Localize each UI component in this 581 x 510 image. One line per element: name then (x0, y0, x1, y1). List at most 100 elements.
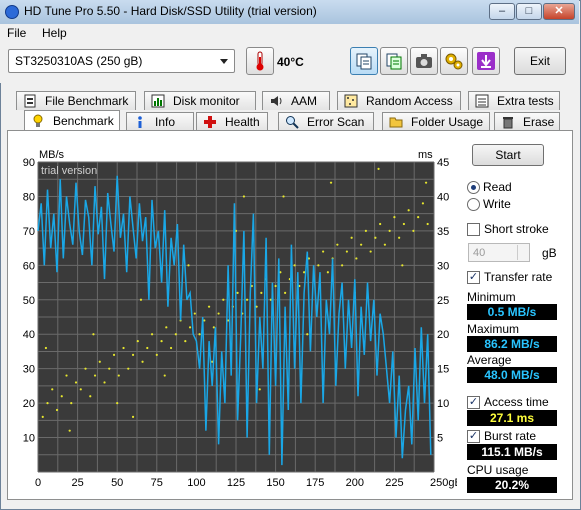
short-stroke-checkbox[interactable] (467, 223, 480, 236)
tab-erase[interactable]: Erase (494, 112, 560, 131)
maximum-value: 86.2 MB/s (467, 336, 557, 352)
access-time-point (74, 381, 78, 384)
camera-icon (416, 54, 432, 68)
access-time-point (284, 291, 287, 294)
access-time-point (174, 333, 177, 336)
short-stroke-spinner[interactable]: 40 (468, 243, 530, 262)
spinner-arrows-icon (517, 245, 527, 260)
tab-aam[interactable]: AAM (262, 91, 330, 110)
tab-file-benchmark[interactable]: File Benchmark (16, 91, 136, 110)
extra-tests-icon (475, 94, 489, 108)
access-time-point (360, 243, 363, 246)
x-tick-label: 75 (151, 477, 163, 489)
copy-document-icon (356, 53, 372, 70)
tab-extra-tests[interactable]: Extra tests (468, 91, 560, 110)
read-radio[interactable] (467, 181, 480, 194)
access-time-point (407, 209, 410, 212)
burst-rate-checkbox[interactable]: ✓ (467, 430, 480, 443)
access-time-point (355, 257, 358, 260)
access-time-point (131, 415, 135, 418)
window-title: HD Tune Pro 5.50 - Hard Disk/SSD Utility… (24, 4, 317, 18)
access-time-point (116, 402, 119, 405)
lightbulb-icon (33, 114, 43, 127)
y-tick-label-left: 30 (23, 364, 35, 376)
minimum-value: 0.5 MB/s (467, 304, 557, 320)
health-cross-icon (204, 116, 216, 128)
tab-benchmark[interactable]: Benchmark (24, 110, 120, 131)
access-time-point (141, 360, 144, 363)
tab-random-access[interactable]: Random Access (337, 91, 461, 110)
access-time-point (341, 264, 344, 267)
x-tick-label: 25 (71, 477, 83, 489)
y-tick-label-left: 90 (23, 157, 35, 169)
access-time-point (388, 229, 391, 232)
access-time-point (188, 326, 192, 329)
access-time-point (421, 202, 425, 205)
drive-select-value: ST3250310AS (250 gB) (15, 54, 143, 68)
save-button[interactable] (472, 47, 500, 75)
read-label: Read (483, 180, 512, 194)
temperature-button[interactable] (246, 47, 274, 75)
access-time-point (398, 236, 401, 239)
exit-button[interactable]: Exit (514, 47, 566, 75)
access-time-point (303, 271, 306, 274)
access-time-point (282, 195, 285, 198)
start-button[interactable]: Start (472, 144, 544, 166)
menu-file[interactable]: File (7, 26, 26, 40)
x-tick-label: 175 (306, 477, 324, 489)
access-time-point (424, 181, 428, 184)
access-time-point (51, 388, 54, 391)
minimize-button[interactable]: – (489, 3, 515, 20)
access-time-point (426, 222, 429, 226)
access-time-point (155, 353, 158, 356)
y-tick-label-right: 30 (437, 260, 449, 272)
access-time-point (79, 388, 82, 391)
access-time-point (92, 333, 95, 336)
access-time-checkbox[interactable]: ✓ (467, 396, 480, 409)
tab-info[interactable]: Info (126, 112, 194, 131)
access-time-point (122, 346, 125, 350)
screenshot-button[interactable] (410, 47, 438, 75)
copy-text-button[interactable] (350, 47, 378, 75)
random-access-icon (344, 94, 358, 108)
access-time-point (98, 360, 101, 363)
access-time-point (417, 216, 420, 219)
drive-select[interactable]: ST3250310AS (250 gB) (8, 49, 235, 73)
x-tick-label: 150 (266, 477, 284, 489)
tab-disk-monitor[interactable]: Disk monitor (144, 91, 256, 110)
transfer-rate-checkbox[interactable]: ✓ (467, 271, 480, 284)
access-time-point (242, 195, 246, 198)
maximize-button[interactable]: □ (516, 3, 542, 20)
access-time-point (274, 284, 277, 288)
write-radio[interactable] (467, 198, 480, 211)
average-value: 48.0 MB/s (467, 367, 557, 383)
options-button[interactable] (440, 47, 468, 75)
close-button[interactable]: ✕ (543, 3, 575, 20)
access-time-point (70, 402, 73, 405)
tab-error-scan[interactable]: Error Scan (278, 112, 374, 131)
menu-help[interactable]: Help (42, 26, 67, 40)
gears-icon (445, 53, 463, 70)
maximum-label: Maximum (467, 322, 520, 336)
y-tick-label-right: 10 (437, 398, 449, 410)
access-time-point (383, 243, 386, 246)
tab-folder-usage[interactable]: Folder Usage (382, 112, 490, 131)
access-time-point (117, 374, 120, 377)
x-tick-label: 0 (35, 477, 41, 489)
y-tick-label-left: 60 (23, 260, 35, 272)
bar-chart-icon (151, 94, 165, 108)
tab-health[interactable]: Health (196, 112, 268, 131)
access-time-point (293, 264, 296, 267)
download-arrow-icon (477, 52, 495, 70)
y-tick-label-right: 5 (437, 433, 443, 445)
access-time-point (146, 346, 149, 350)
y-axis-right-unit: ms (418, 149, 433, 161)
access-time-point (44, 346, 48, 350)
access-time-point (350, 236, 353, 239)
y-axis-left-unit: MB/s (39, 149, 65, 161)
y-tick-label-right: 15 (437, 364, 449, 376)
speaker-icon (271, 96, 282, 106)
y-tick-label-right: 40 (437, 191, 449, 203)
copy-data-button[interactable] (380, 47, 408, 75)
access-time-point (374, 236, 377, 239)
